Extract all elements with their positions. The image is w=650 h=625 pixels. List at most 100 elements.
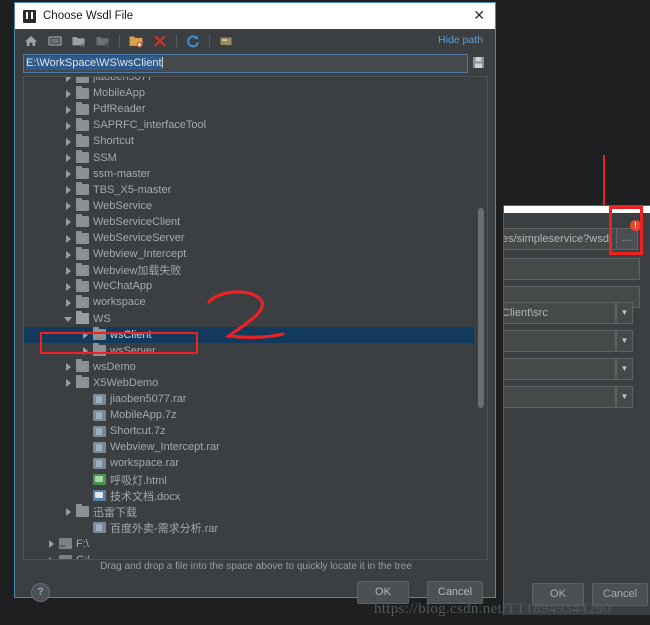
chevron-right-icon[interactable] [64,250,73,259]
folder-open-icon [76,311,89,324]
tree-row[interactable]: ssm-master [24,166,474,182]
tree-row-label: SSM [93,151,117,164]
chevron-right-icon[interactable] [64,282,73,291]
folder-icon [76,117,89,131]
tree-row[interactable]: wsServer [24,343,474,359]
chevron-right-icon[interactable] [64,507,73,517]
tree-row[interactable]: WebService [24,198,474,214]
tree-row[interactable]: workspace [24,294,474,310]
tree-scrollbar-thumb[interactable] [478,208,484,408]
home-icon[interactable] [23,33,39,49]
tree-row[interactable]: Shortcut [24,133,474,149]
chevron-right-icon[interactable] [81,330,90,340]
chevron-right-icon[interactable] [64,169,73,179]
chevron-right-icon[interactable] [47,556,56,559]
field-6-dropdown-button[interactable]: ▼ [616,358,633,380]
toolbar-divider-2 [176,34,177,48]
tree-row[interactable]: MobileApp.7z [24,407,474,423]
tree-row[interactable]: SAPRFC_interfaceTool [24,117,474,133]
tree-row[interactable]: 呼吸灯.html [24,472,474,488]
tree-row[interactable]: MobileApp [24,85,474,101]
field-row-6[interactable] [504,358,616,380]
tree-row[interactable]: G:\ [24,552,474,559]
chevron-right-icon[interactable] [64,153,73,162]
tree-row[interactable]: WebServiceServer [24,230,474,246]
folder-icon [76,504,89,518]
tree-row[interactable]: Webview_Intercept [24,246,474,262]
tree-row-label: Shortcut.7z [110,425,166,438]
chevron-right-icon[interactable] [64,362,73,372]
chevron-right-icon[interactable] [47,539,56,549]
wsdl-url-field[interactable]: es/simpleservice?wsdl [504,228,610,250]
hide-path-link[interactable]: Hide path [438,34,483,46]
expand-all-icon[interactable] [71,33,87,49]
chevron-right-icon[interactable] [64,201,73,211]
close-icon[interactable]: ✕ [473,8,485,22]
tree-row[interactable]: workspace.rar [24,455,474,471]
tree-scrollbar[interactable] [476,78,486,558]
path-input[interactable]: E:\WorkSpace\WS\wsClient [23,54,468,73]
tree-row-label: Webview_Intercept.rar [110,441,220,454]
chevron-down-icon[interactable] [64,314,73,323]
folder-icon [76,294,89,308]
tree-row[interactable]: 技术文档.docx [24,488,474,504]
tree-row-label: WebServiceServer [93,232,185,244]
tree-row[interactable]: jiaoben5077 [24,77,474,85]
chevron-right-icon[interactable] [64,137,73,146]
collapse-all-icon[interactable] [95,33,111,49]
tree-row-label: TBS_X5-master [93,183,172,196]
watermark: https://blog.csdn.net/TT18949344290 [374,601,612,617]
tree-row[interactable]: WeChatApp [24,278,474,294]
tree-row[interactable]: X5WebDemo [24,375,474,391]
delete-icon[interactable] [152,33,168,49]
src-path-field[interactable]: Client\src [504,302,616,324]
refresh-icon[interactable] [185,33,201,49]
field-5-dropdown-button[interactable]: ▼ [616,330,633,352]
save-icon[interactable] [472,55,485,70]
tree-row-label: PdfReader [93,103,146,116]
show-hidden-files-icon[interactable] [218,33,234,49]
tree-row-label: wsServer [110,344,156,357]
chevron-right-icon[interactable] [64,89,73,98]
chevron-right-icon[interactable] [64,266,73,275]
tree-row[interactable]: SSM [24,150,474,166]
tree-row[interactable]: wsClient [24,326,474,343]
src-path-dropdown-button[interactable]: ▼ [616,302,633,324]
tree-row[interactable]: Webview_Intercept.rar [24,439,474,455]
tree-row[interactable]: wsDemo [24,359,474,375]
archive-icon [93,457,106,469]
chevron-right-icon[interactable] [64,121,73,130]
tree-row-label: Webview加载失败 [93,265,182,278]
tree-row[interactable]: F:\ [24,536,474,552]
tree-row[interactable]: WS [24,311,474,327]
file-tree-panel[interactable]: jiaoben5077 MobileApp PdfReader SAPRFC_inte… [23,76,488,560]
tree-row[interactable]: 百度外卖-需求分析.rar [24,520,474,536]
chevron-right-icon[interactable] [64,77,73,82]
chevron-right-icon[interactable] [64,185,73,195]
chevron-right-icon[interactable] [81,346,90,356]
chevron-right-icon[interactable] [64,217,73,227]
chevron-right-icon[interactable] [64,105,73,114]
field-row-2[interactable] [504,258,640,280]
tree-row[interactable]: TBS_X5-master [24,182,474,198]
browse-button[interactable]: ... [616,228,638,250]
tree-row[interactable]: jiaoben5077.rar [24,391,474,407]
tree-row[interactable]: 迅雷下载 [24,504,474,520]
field-row-7[interactable] [504,386,616,408]
field-row-5[interactable] [504,330,616,352]
new-folder-icon[interactable] [128,33,144,49]
chevron-right-icon[interactable] [64,378,73,388]
tree-row[interactable]: WebServiceClient [24,214,474,230]
tree-row[interactable]: PdfReader [24,101,474,117]
desktop-icon[interactable] [47,33,63,49]
field-7-dropdown-button[interactable]: ▼ [616,386,633,408]
chevron-right-icon[interactable] [64,298,73,307]
dialog-title: Choose Wsdl File [43,10,134,22]
chevron-right-icon[interactable] [64,234,73,243]
path-input-value: E:\WorkSpace\WS\wsClient [26,56,162,70]
help-button[interactable]: ? [31,583,50,602]
tree-row[interactable]: Shortcut.7z [24,423,474,439]
tree-row[interactable]: Webview加载失败 [24,262,474,278]
